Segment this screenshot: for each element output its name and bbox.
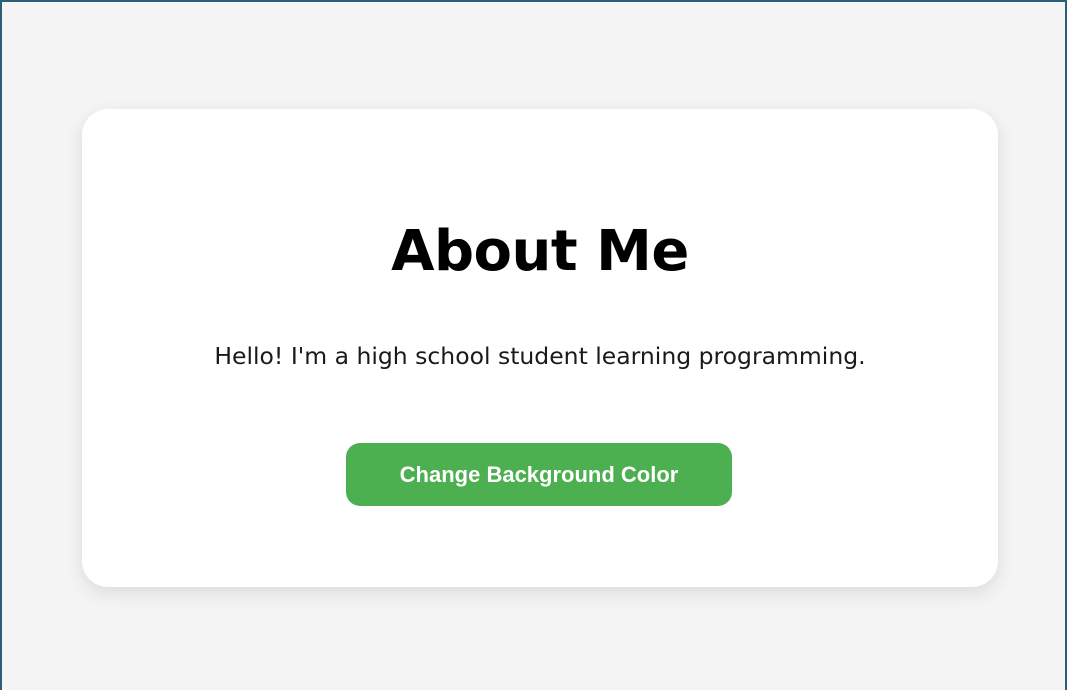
about-card: About Me Hello! I'm a high school studen… bbox=[82, 109, 998, 587]
page-title: About Me bbox=[391, 219, 689, 284]
change-background-color-button[interactable]: Change Background Color bbox=[346, 443, 732, 506]
bio-text: Hello! I'm a high school student learnin… bbox=[214, 342, 866, 370]
